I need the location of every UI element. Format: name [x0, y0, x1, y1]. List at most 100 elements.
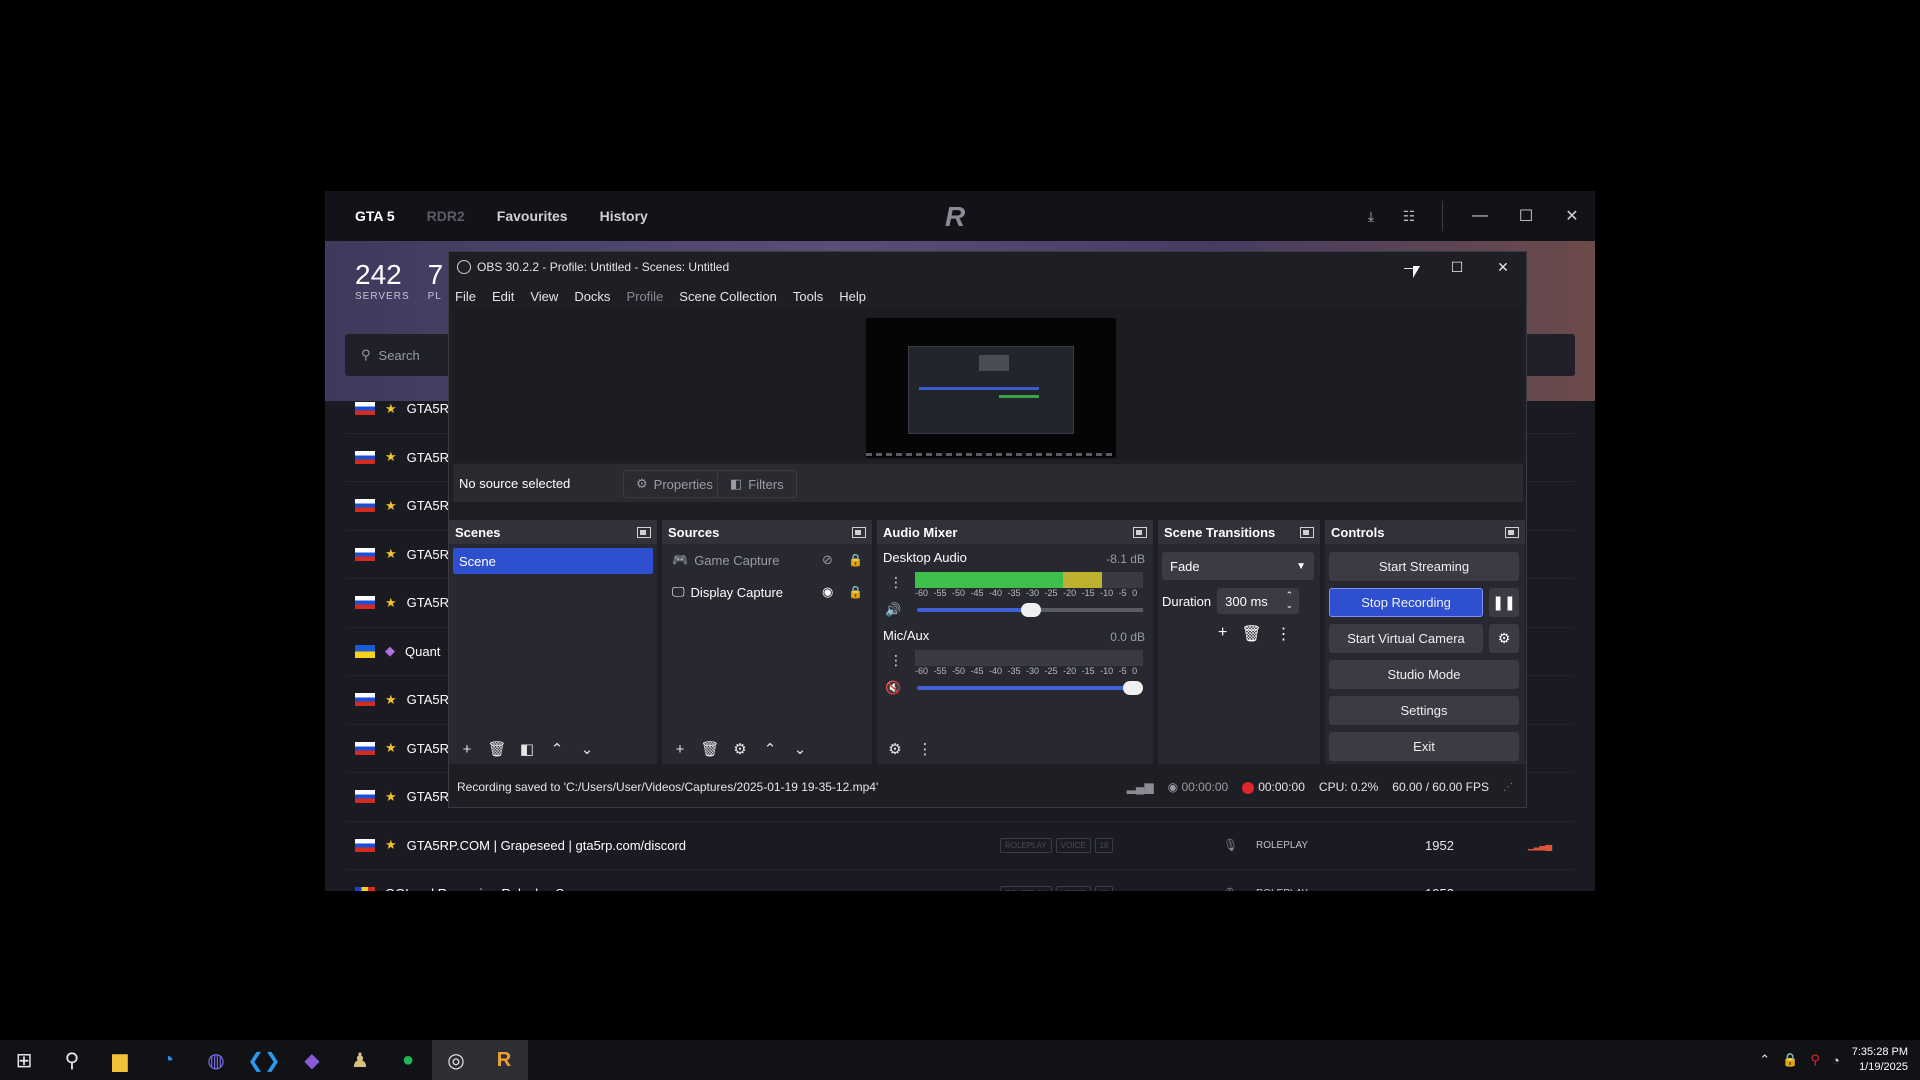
- remove-scene-button[interactable]: 🗑: [487, 740, 507, 758]
- start-virtual-camera-button[interactable]: Start Virtual Camera: [1329, 624, 1483, 653]
- menu-file[interactable]: File: [455, 289, 476, 304]
- volume-slider[interactable]: [917, 603, 1143, 617]
- obs-window-title: OBS 30.2.2 - Profile: Untitled - Scenes:…: [477, 260, 730, 274]
- remove-source-button[interactable]: 🗑: [700, 740, 720, 758]
- nav-favourites[interactable]: Favourites: [497, 208, 568, 224]
- taskbar-discord[interactable]: ◍: [192, 1040, 240, 1080]
- star-icon[interactable]: ★: [385, 401, 397, 417]
- launcher-window-controls: ⤓ ☷ — ☐ ✕: [1352, 191, 1595, 241]
- tray-lock-icon[interactable]: 🔒: [1782, 1052, 1798, 1068]
- move-scene-down-button[interactable]: ⌄: [577, 740, 597, 758]
- taskbar-app-figure[interactable]: ♟: [336, 1040, 384, 1080]
- menu-scene-collection[interactable]: Scene Collection: [679, 289, 777, 304]
- start-streaming-button[interactable]: Start Streaming: [1329, 552, 1519, 581]
- eye-icon[interactable]: ◉: [822, 584, 833, 600]
- menu-help[interactable]: Help: [839, 289, 866, 304]
- volume-slider[interactable]: [917, 681, 1143, 695]
- undock-icon[interactable]: [1505, 526, 1519, 538]
- taskbar-obs[interactable]: ◎: [432, 1040, 480, 1080]
- studio-mode-button[interactable]: Studio Mode: [1329, 660, 1519, 689]
- taskbar-file-explorer[interactable]: ▆: [96, 1040, 144, 1080]
- kebab-menu-icon[interactable]: ⋮: [889, 574, 903, 591]
- star-icon[interactable]: ★: [385, 498, 397, 514]
- undock-icon[interactable]: [637, 526, 651, 538]
- source-item-display-capture[interactable]: 🖵 Display Capture ◉ 🔒: [662, 576, 872, 608]
- lock-icon[interactable]: 🔒: [848, 553, 863, 567]
- server-row[interactable]: ★ GTA5RP.COM | Grapeseed | gta5rp.com/dis…: [345, 822, 1575, 870]
- nav-history[interactable]: History: [600, 208, 648, 224]
- add-source-button[interactable]: +: [670, 741, 690, 758]
- advanced-audio-gear-icon[interactable]: ⚙: [885, 740, 905, 758]
- remove-transition-button[interactable]: 🗑: [1241, 624, 1261, 644]
- settings-sliders-icon[interactable]: ☷: [1390, 208, 1428, 225]
- taskbar-search[interactable]: ⚲: [48, 1040, 96, 1080]
- start-button[interactable]: ⊞: [0, 1040, 48, 1080]
- download-icon[interactable]: ⤓: [1352, 208, 1390, 225]
- preview-canvas[interactable]: [866, 318, 1116, 458]
- undock-icon[interactable]: [1300, 526, 1314, 538]
- slider-knob[interactable]: [1021, 603, 1042, 617]
- menu-edit[interactable]: Edit: [492, 289, 514, 304]
- menu-view[interactable]: View: [530, 289, 558, 304]
- nav-gta5[interactable]: GTA 5: [355, 208, 395, 224]
- undock-icon[interactable]: [852, 526, 866, 538]
- move-scene-up-button[interactable]: ⌃: [547, 740, 567, 758]
- exit-button[interactable]: Exit: [1329, 732, 1519, 761]
- speaker-icon[interactable]: 🔊: [885, 602, 901, 618]
- undock-icon[interactable]: [1133, 526, 1147, 538]
- transition-menu-icon[interactable]: ⋮: [1276, 624, 1292, 644]
- add-transition-button[interactable]: +: [1218, 624, 1227, 644]
- virtual-camera-settings-button[interactable]: ⚙: [1489, 624, 1519, 653]
- chevron-up-icon[interactable]: ⌃: [1759, 1052, 1770, 1068]
- launcher-minimize-button[interactable]: —: [1457, 207, 1503, 225]
- badge-icon[interactable]: ◆: [385, 643, 395, 659]
- stepper-arrows-icon[interactable]: ⌃ ⌄: [1286, 590, 1294, 610]
- obs-close-button[interactable]: ✕: [1480, 252, 1526, 282]
- speaker-muted-icon[interactable]: 🔇: [885, 680, 901, 696]
- source-properties-button[interactable]: ⚙: [730, 740, 750, 758]
- scene-item[interactable]: Scene: [453, 548, 653, 574]
- star-icon[interactable]: ★: [385, 595, 397, 611]
- launcher-maximize-button[interactable]: ☐: [1503, 206, 1549, 226]
- resize-grip-icon[interactable]: ⋰: [1503, 782, 1513, 793]
- menu-tools[interactable]: Tools: [793, 289, 823, 304]
- obs-minimize-button[interactable]: —: [1388, 252, 1434, 282]
- star-icon[interactable]: ★: [385, 692, 397, 708]
- pause-recording-button[interactable]: ❚❚: [1489, 588, 1519, 617]
- menu-profile[interactable]: Profile: [626, 289, 663, 304]
- settings-button[interactable]: Settings: [1329, 696, 1519, 725]
- slider-knob[interactable]: [1123, 681, 1143, 695]
- nav-rdr2[interactable]: RDR2: [427, 208, 465, 224]
- star-icon[interactable]: ★: [385, 449, 397, 465]
- properties-button[interactable]: ⚙ Properties: [623, 470, 726, 498]
- clock[interactable]: 7:35:28 PM 1/19/2025: [1852, 1045, 1908, 1075]
- star-icon[interactable]: ★: [385, 837, 397, 853]
- tray-recording-icon[interactable]: ⚲: [1810, 1052, 1820, 1068]
- obs-maximize-button[interactable]: ☐: [1434, 252, 1480, 282]
- filters-button[interactable]: ◧ Filters: [717, 470, 797, 498]
- transition-select[interactable]: Fade ▼: [1162, 552, 1314, 580]
- eye-hidden-icon[interactable]: ⊘: [822, 552, 833, 568]
- launcher-close-button[interactable]: ✕: [1549, 206, 1595, 226]
- star-icon[interactable]: ★: [385, 546, 397, 562]
- move-source-up-button[interactable]: ⌃: [760, 740, 780, 758]
- star-icon[interactable]: ★: [385, 740, 397, 756]
- taskbar-visual-studio[interactable]: ◆: [288, 1040, 336, 1080]
- menu-docks[interactable]: Docks: [574, 289, 610, 304]
- taskbar-vscode[interactable]: ❮❯: [240, 1040, 288, 1080]
- wifi-icon[interactable]: ◔: [1832, 1053, 1840, 1068]
- lock-icon[interactable]: 🔒: [848, 585, 863, 599]
- mixer-menu-icon[interactable]: ⋮: [915, 740, 935, 758]
- taskbar-rage-launcher[interactable]: R: [480, 1040, 528, 1080]
- move-source-down-button[interactable]: ⌄: [790, 740, 810, 758]
- kebab-menu-icon[interactable]: ⋮: [889, 652, 903, 669]
- duration-stepper[interactable]: 300 ms ⌃ ⌄: [1217, 588, 1300, 614]
- taskbar-browser[interactable]: ◔: [144, 1040, 192, 1080]
- taskbar-spotify[interactable]: ●: [384, 1040, 432, 1080]
- stop-recording-button[interactable]: Stop Recording: [1329, 588, 1483, 617]
- server-row[interactable]: OGLand Romania - Roleplay Server ROLEPLAY…: [345, 870, 1575, 891]
- source-item-game-capture[interactable]: 🎮 Game Capture ⊘ 🔒: [662, 544, 872, 576]
- scene-filters-button[interactable]: ◧: [517, 740, 537, 758]
- add-scene-button[interactable]: +: [457, 741, 477, 758]
- star-icon[interactable]: ★: [385, 789, 397, 805]
